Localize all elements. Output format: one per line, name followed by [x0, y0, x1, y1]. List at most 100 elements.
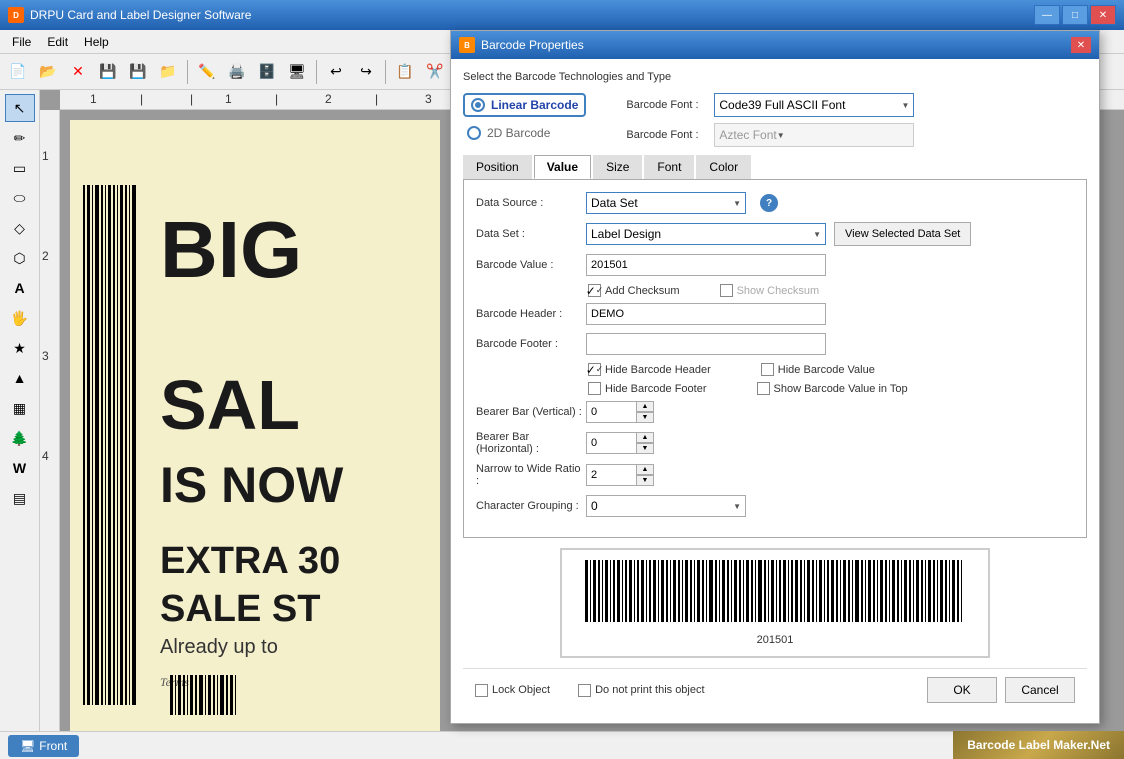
linear-font-arrow: ▼ — [901, 101, 909, 110]
tool-barcode[interactable]: ▦ — [5, 394, 35, 422]
hide-header-checkbox[interactable]: ✓ — [588, 363, 601, 376]
add-checksum-item[interactable]: ✓ Add Checksum — [588, 284, 680, 297]
bearer-h-down[interactable]: ▼ — [636, 443, 654, 454]
tool-ellipse[interactable]: ⬭ — [5, 184, 35, 212]
char-group-label: Character Grouping : — [476, 500, 586, 512]
char-group-dropdown[interactable]: 0 ▼ — [586, 495, 746, 517]
tab-size[interactable]: Size — [593, 155, 642, 179]
tool-hand[interactable]: 🖐 — [5, 304, 35, 332]
tool-rect[interactable]: ▭ — [5, 154, 35, 182]
tb-edit[interactable]: ✏️ — [193, 58, 221, 86]
tb-copy[interactable]: 📋 — [391, 58, 419, 86]
menu-file[interactable]: File — [4, 33, 39, 51]
tab-color[interactable]: Color — [696, 155, 751, 179]
help-icon[interactable]: ? — [760, 194, 778, 212]
cancel-button[interactable]: Cancel — [1005, 677, 1075, 703]
show-checksum-item[interactable]: Show Checksum — [720, 284, 820, 297]
barcode-footer-input[interactable] — [586, 333, 826, 355]
tool-pencil[interactable]: ✏ — [5, 124, 35, 152]
bearer-h-input[interactable] — [586, 432, 636, 454]
narrow-input[interactable] — [586, 464, 636, 486]
twod-font-row: Barcode Font : Aztec Font ▼ — [626, 123, 914, 147]
linear-barcode-radio[interactable] — [471, 98, 485, 112]
data-set-dropdown[interactable]: Label Design ▼ — [586, 223, 826, 245]
lock-object-item[interactable]: Lock Object — [475, 684, 550, 697]
barcode-preview: 201501 — [560, 548, 990, 658]
tb-save2[interactable]: 💾 — [124, 58, 152, 86]
front-tab-icon: 🖥 — [20, 739, 35, 753]
bearer-v-row: Bearer Bar (Vertical) : ▲ ▼ — [476, 401, 1074, 423]
tb-close[interactable]: ✕ — [64, 58, 92, 86]
tool-tree[interactable]: 🌲 — [5, 424, 35, 452]
linear-barcode-label[interactable]: Linear Barcode — [491, 98, 578, 112]
linear-font-dropdown[interactable]: Code39 Full ASCII Font ▼ — [714, 93, 914, 117]
app-close-button[interactable]: ✕ — [1090, 5, 1116, 25]
tool-star[interactable]: ★ — [5, 334, 35, 362]
data-source-dropdown[interactable]: Data Set ▼ — [586, 192, 746, 214]
tab-font[interactable]: Font — [644, 155, 694, 179]
tool-triangle[interactable]: ▲ — [5, 364, 35, 392]
bearer-v-down[interactable]: ▼ — [636, 412, 654, 423]
ok-button[interactable]: OK — [927, 677, 997, 703]
menu-help[interactable]: Help — [76, 33, 117, 51]
lock-object-checkbox[interactable] — [475, 684, 488, 697]
hide-header-item[interactable]: ✓ Hide Barcode Header — [588, 363, 711, 376]
tool-poly[interactable]: ⬡ — [5, 244, 35, 272]
tool-w[interactable]: W — [5, 454, 35, 482]
svg-text:4: 4 — [42, 449, 49, 463]
show-checksum-label: Show Checksum — [737, 285, 820, 297]
tb-print[interactable]: 🖨️ — [223, 58, 251, 86]
svg-text:|: | — [275, 92, 278, 106]
tabs-bar: Position Value Size Font Color — [463, 155, 1087, 180]
tb-new[interactable]: 📄 — [4, 58, 32, 86]
tb-folder[interactable]: 📁 — [154, 58, 182, 86]
hide-footer-item[interactable]: Hide Barcode Footer — [588, 382, 707, 395]
hide-value-checkbox[interactable] — [761, 363, 774, 376]
watermark-text: Barcode Label Maker.Net — [967, 738, 1110, 752]
show-top-item[interactable]: Show Barcode Value in Top — [757, 382, 908, 395]
hide-footer-checkbox[interactable] — [588, 382, 601, 395]
barcode-value-input[interactable] — [586, 254, 826, 276]
hide-value-label: Hide Barcode Value — [778, 364, 875, 376]
show-checksum-checkbox[interactable] — [720, 284, 733, 297]
hide-footer-label: Hide Barcode Footer — [605, 383, 707, 395]
twod-barcode-label[interactable]: 2D Barcode — [487, 126, 550, 140]
svg-text:3: 3 — [425, 92, 432, 106]
hide-value-item[interactable]: Hide Barcode Value — [761, 363, 875, 376]
twod-font-dropdown[interactable]: Aztec Font ▼ — [714, 123, 914, 147]
tool-grid[interactable]: ▤ — [5, 484, 35, 512]
tool-text[interactable]: A — [5, 274, 35, 302]
maximize-button[interactable]: □ — [1062, 5, 1088, 25]
tb-save[interactable]: 💾 — [94, 58, 122, 86]
twod-barcode-radio[interactable] — [467, 126, 481, 140]
linear-barcode-selected-box: Linear Barcode — [463, 93, 586, 117]
narrow-down[interactable]: ▼ — [636, 475, 654, 486]
tb-cut[interactable]: ✂️ — [421, 58, 449, 86]
tab-position[interactable]: Position — [463, 155, 532, 179]
tb-undo[interactable]: ↩ — [322, 58, 350, 86]
show-top-checkbox[interactable] — [757, 382, 770, 395]
bearer-v-spinner: ▲ ▼ — [586, 401, 654, 423]
tb-db[interactable]: 🗄️ — [253, 58, 281, 86]
bearer-h-up[interactable]: ▲ — [636, 432, 654, 443]
tb-screen[interactable]: 🖥 — [283, 58, 311, 86]
tool-diamond[interactable]: ◇ — [5, 214, 35, 242]
barcode-header-input[interactable] — [586, 303, 826, 325]
dialog-action-buttons: OK Cancel — [927, 677, 1075, 703]
tb-redo[interactable]: ↪ — [352, 58, 380, 86]
minimize-button[interactable]: — — [1034, 5, 1060, 25]
bearer-v-up[interactable]: ▲ — [636, 401, 654, 412]
tool-select[interactable]: ↖ — [5, 94, 35, 122]
menu-edit[interactable]: Edit — [39, 33, 76, 51]
svg-text:|: | — [190, 92, 193, 106]
add-checksum-checkbox[interactable]: ✓ — [588, 284, 601, 297]
view-dataset-button[interactable]: View Selected Data Set — [834, 222, 971, 246]
tb-open[interactable]: 📂 — [34, 58, 62, 86]
tab-value[interactable]: Value — [534, 155, 591, 179]
bearer-v-input[interactable] — [586, 401, 636, 423]
svg-text:2: 2 — [42, 249, 49, 263]
no-print-item[interactable]: Do not print this object — [578, 684, 704, 697]
no-print-checkbox[interactable] — [578, 684, 591, 697]
front-tab[interactable]: 🖥 Front — [8, 735, 79, 757]
narrow-up[interactable]: ▲ — [636, 464, 654, 475]
